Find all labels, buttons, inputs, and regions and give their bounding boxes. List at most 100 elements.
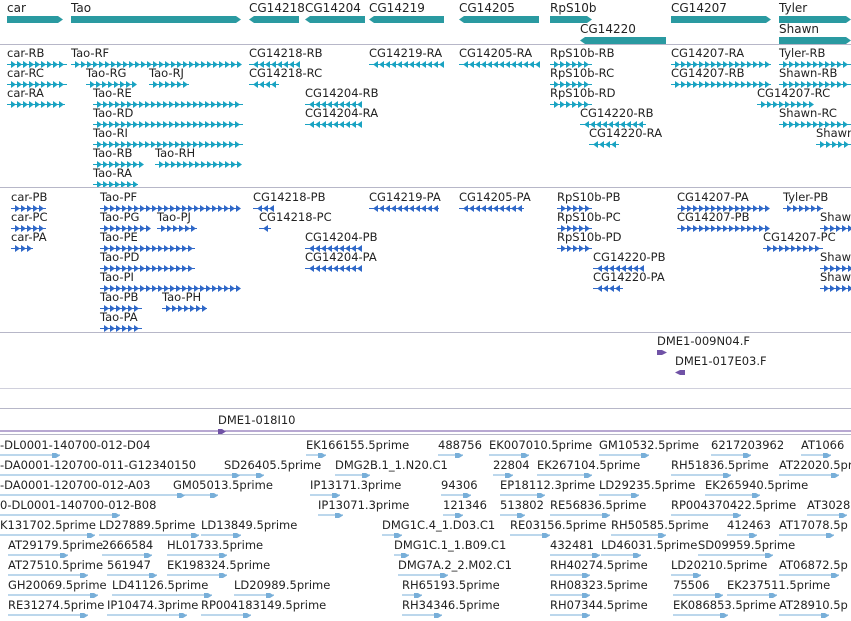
transcript-glyph-chevron[interactable] <box>159 81 164 88</box>
est-glyph[interactable] <box>582 613 590 618</box>
transcript-glyph-chevron[interactable] <box>795 121 800 128</box>
transcript-glyph-chevron[interactable] <box>213 61 218 68</box>
transcript-label[interactable]: Tao-RE <box>93 87 132 100</box>
transcript-glyph-chevron[interactable] <box>205 101 210 108</box>
est-label[interactable]: EK166155.5prime <box>306 439 409 452</box>
cds-glyph-chevron[interactable] <box>196 305 201 312</box>
cds-glyph-chevron[interactable] <box>579 245 584 252</box>
est-label[interactable]: AT17078.5p <box>779 519 848 532</box>
est-glyph[interactable] <box>542 533 550 538</box>
cds-label[interactable]: CG14220-PB <box>593 251 666 264</box>
cds-label[interactable]: Tao-PG <box>100 211 139 224</box>
transcript-glyph-chevron[interactable] <box>199 141 204 148</box>
est-glyph[interactable] <box>455 453 463 458</box>
transcript-glyph-chevron[interactable] <box>195 61 200 68</box>
transcript-glyph-chevron[interactable] <box>183 161 188 168</box>
transcript-glyph-chevron[interactable] <box>175 121 180 128</box>
est-label[interactable]: K131702.5prime <box>0 519 96 532</box>
transcript-glyph-chevron[interactable] <box>765 61 770 68</box>
cds-glyph-chevron[interactable] <box>741 225 746 232</box>
clone-glyph[interactable] <box>657 350 667 355</box>
transcript-glyph-chevron[interactable] <box>339 121 344 128</box>
cds-glyph-chevron[interactable] <box>152 245 157 252</box>
transcript-glyph-chevron[interactable] <box>231 161 236 168</box>
transcript-glyph-chevron[interactable] <box>403 61 408 68</box>
transcript-glyph-chevron[interactable] <box>409 61 414 68</box>
est-label[interactable]: RH08323.5prime <box>550 579 648 592</box>
cds-glyph-chevron[interactable] <box>15 245 20 252</box>
est-label[interactable]: EK198324.5prime <box>167 559 270 572</box>
transcript-glyph-chevron[interactable] <box>759 61 764 68</box>
est-label[interactable]: IP13071.3prime <box>318 499 409 512</box>
cds-label[interactable]: RpS10b-PC <box>557 211 621 224</box>
transcript-glyph-chevron[interactable] <box>181 121 186 128</box>
transcript-glyph-chevron[interactable] <box>213 161 218 168</box>
transcript-glyph-chevron[interactable] <box>711 81 716 88</box>
gene-label[interactable]: CG14219 <box>369 2 425 15</box>
cds-glyph-chevron[interactable] <box>573 245 578 252</box>
transcript-glyph-chevron[interactable] <box>481 61 486 68</box>
cds-label[interactable]: Tao-PH <box>162 291 201 304</box>
transcript-glyph-chevron[interactable] <box>560 101 565 108</box>
cds-glyph-chevron[interactable] <box>561 245 566 252</box>
transcript-glyph-chevron[interactable] <box>747 61 752 68</box>
est-label[interactable]: LD27889.5prime <box>99 519 195 532</box>
transcript-label[interactable]: CG14219-RA <box>369 47 442 60</box>
est-label[interactable]: RP004183149.5prime <box>201 599 326 612</box>
transcript-glyph-chevron[interactable] <box>838 141 843 148</box>
transcript-glyph-chevron[interactable] <box>773 101 778 108</box>
est-label[interactable]: 561947 <box>107 559 151 572</box>
transcript-label[interactable]: RpS10b-RD <box>550 87 616 100</box>
transcript-glyph-chevron[interactable] <box>831 81 836 88</box>
transcript-glyph-chevron[interactable] <box>229 141 234 148</box>
transcript-label[interactable]: car-RC <box>7 67 44 80</box>
cds-glyph-chevron[interactable] <box>711 225 716 232</box>
cds-glyph-chevron[interactable] <box>603 285 608 292</box>
cds-glyph-chevron[interactable] <box>765 205 770 212</box>
cds-glyph-chevron[interactable] <box>805 205 810 212</box>
cds-label[interactable]: Tao-PJ <box>157 211 191 224</box>
cds-glyph-chevron[interactable] <box>190 305 195 312</box>
cds-glyph-chevron[interactable] <box>218 285 223 292</box>
transcript-glyph-chevron[interactable] <box>747 81 752 88</box>
est-label[interactable]: AT27510.5prime <box>8 559 103 572</box>
est-label[interactable]: AT28910.5p <box>779 599 848 612</box>
cds-glyph-chevron[interactable] <box>809 245 814 252</box>
est-label[interactable]: DMG1C.1_1.B09.C1 <box>394 539 506 552</box>
transcript-label[interactable]: CG14204-RB <box>305 87 379 100</box>
transcript-glyph-chevron[interactable] <box>433 61 438 68</box>
est-glyph[interactable] <box>179 613 187 618</box>
transcript-glyph-chevron[interactable] <box>611 141 616 148</box>
cds-glyph-chevron[interactable] <box>134 325 139 332</box>
gene-glyph[interactable] <box>671 16 771 23</box>
cds-glyph-chevron[interactable] <box>747 225 752 232</box>
transcript-glyph-chevron[interactable] <box>487 61 492 68</box>
transcript-glyph-chevron[interactable] <box>171 81 176 88</box>
transcript-label[interactable]: Shawn <box>816 127 851 140</box>
transcript-glyph-chevron[interactable] <box>529 61 534 68</box>
cds-label[interactable]: CG14220-PA <box>593 271 665 284</box>
transcript-label[interactable]: Tao-RB <box>93 147 132 160</box>
est-label[interactable]: LD41126.5prime <box>112 579 208 592</box>
est-label[interactable]: LD46031.5prime <box>601 539 697 552</box>
gene-label[interactable]: Tao <box>71 2 91 15</box>
cds-label[interactable]: RpS10b-PB <box>557 191 621 204</box>
transcript-glyph-chevron[interactable] <box>321 121 326 128</box>
est-label[interactable]: EP18112.3prime <box>500 479 595 492</box>
cds-label[interactable]: car-PC <box>11 211 47 224</box>
est-glyph[interactable] <box>826 533 834 538</box>
cds-glyph-chevron[interactable] <box>158 245 163 252</box>
transcript-glyph-chevron[interactable] <box>217 141 222 148</box>
transcript-glyph-chevron[interactable] <box>193 101 198 108</box>
cds-glyph-chevron[interactable] <box>609 285 614 292</box>
cds-glyph-chevron[interactable] <box>236 205 241 212</box>
cds-glyph-chevron[interactable] <box>188 265 193 272</box>
cds-glyph-chevron[interactable] <box>327 265 332 272</box>
transcript-label[interactable]: Tyler-RB <box>779 47 825 60</box>
cds-label[interactable]: CG14204-PB <box>305 231 378 244</box>
est-glyph[interactable] <box>641 453 649 458</box>
transcript-glyph-chevron[interactable] <box>139 121 144 128</box>
transcript-glyph-chevron[interactable] <box>29 101 34 108</box>
transcript-label[interactable]: Tao-RJ <box>149 67 184 80</box>
transcript-glyph-chevron[interactable] <box>47 81 52 88</box>
